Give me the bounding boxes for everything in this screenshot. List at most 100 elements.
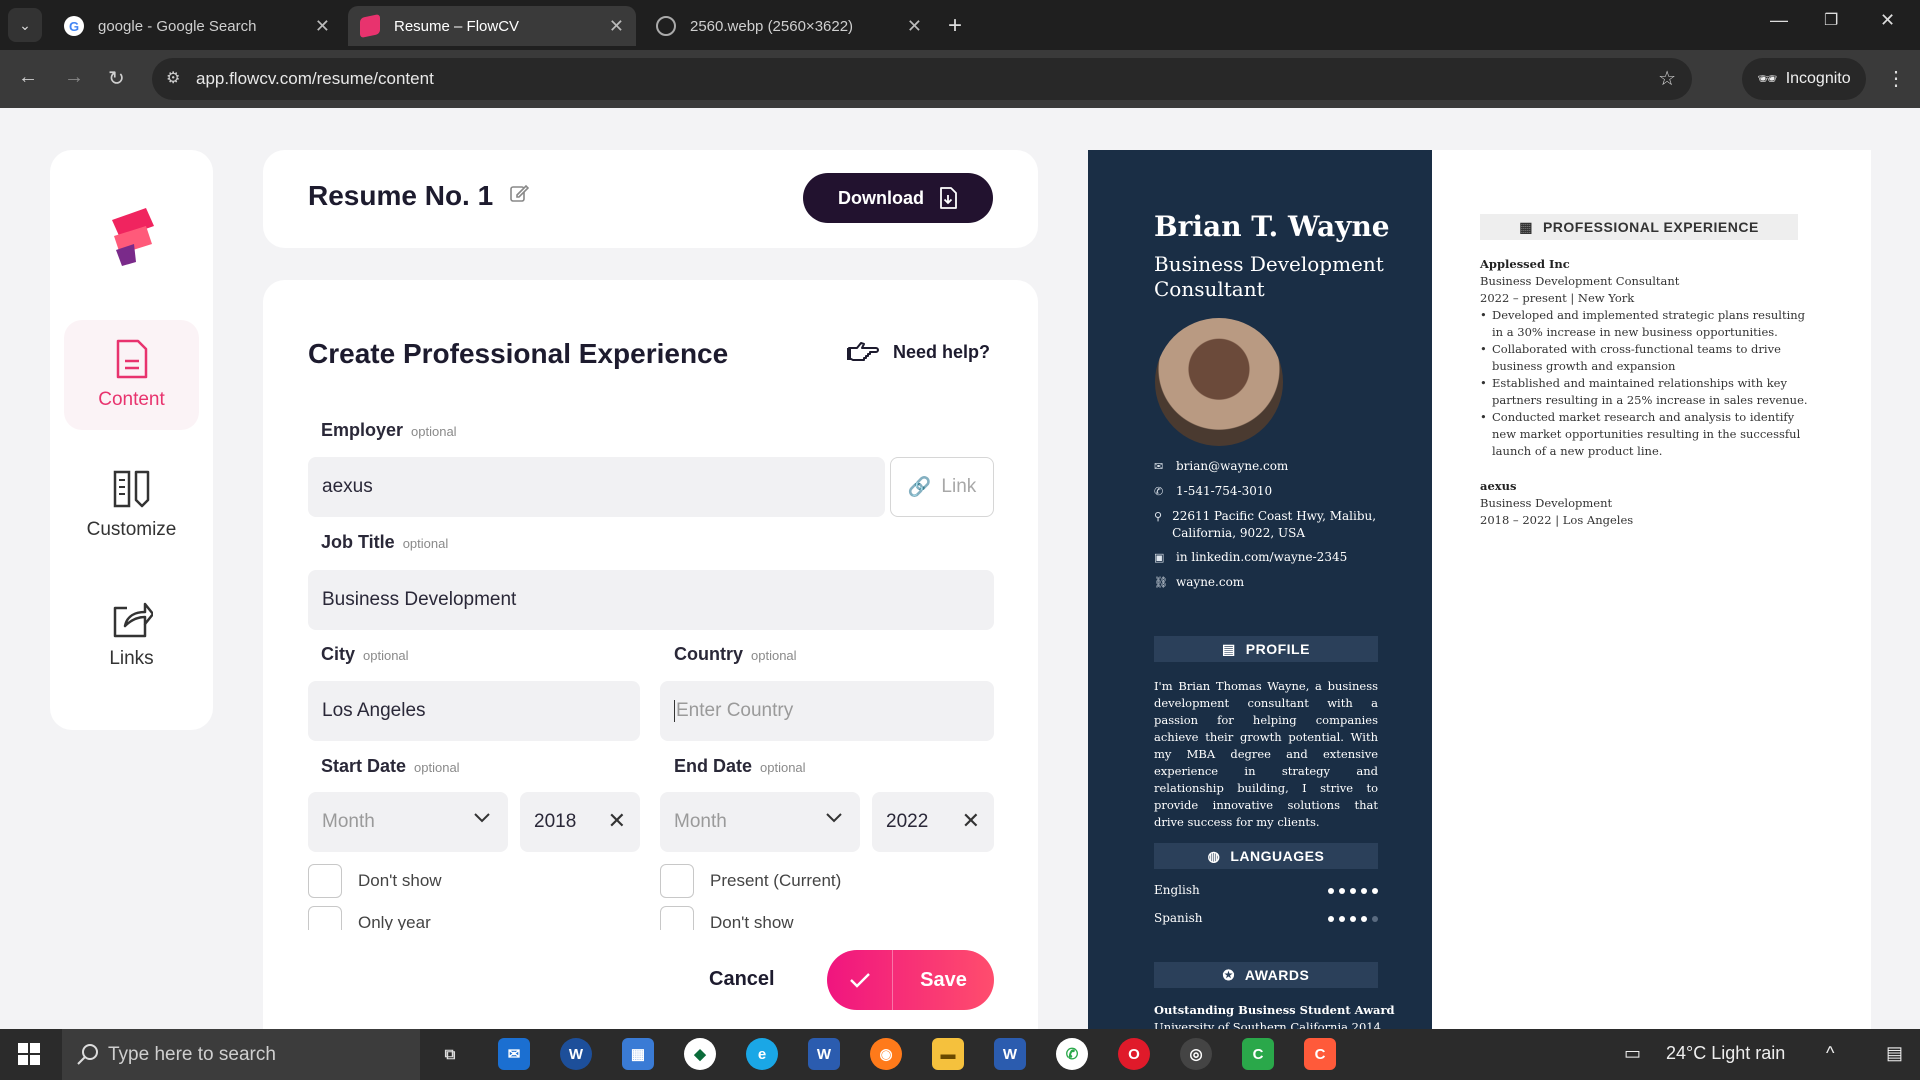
resume-preview[interactable]: Brian T. Wayne Business Development Cons… — [1088, 150, 1871, 1029]
award-icon: ✪ — [1222, 966, 1235, 983]
firefox-icon[interactable]: ◉ — [870, 1038, 902, 1070]
tab-image[interactable]: 2560.webp (2560×3622) ✕ — [644, 6, 934, 46]
clear-end-year-icon[interactable]: ✕ — [962, 808, 980, 834]
store-icon[interactable]: ▦ — [622, 1038, 654, 1070]
whatsapp-icon[interactable]: ✆ — [1056, 1038, 1088, 1070]
close-icon[interactable]: ✕ — [907, 16, 922, 37]
present-checkbox[interactable]: Present (Current) — [660, 864, 841, 898]
language-level-english — [1323, 883, 1378, 897]
bookmark-star-icon[interactable]: ☆ — [1658, 66, 1676, 91]
phone-icon: ✆ — [1154, 485, 1164, 498]
clear-start-year-icon[interactable]: ✕ — [608, 808, 626, 834]
tab-strip: ⌄ G google - Google Search ✕ Resume – Fl… — [0, 0, 1920, 50]
reload-button[interactable]: ↻ — [108, 66, 125, 91]
address-bar: ← → ↻ ⚙ app.flowcv.com/resume/content ☆ … — [0, 50, 1920, 108]
start-month-select[interactable]: Month — [308, 792, 508, 852]
notification-icon[interactable]: ▤ — [1886, 1043, 1903, 1064]
check-icon — [827, 950, 893, 1010]
document-icon — [116, 339, 147, 379]
task-view-icon[interactable]: ⧉ — [434, 1038, 466, 1070]
contact-email: ✉ brian@wayne.com — [1154, 459, 1289, 473]
app-area: Content Customize Links Resume No. 1 Dow… — [0, 108, 1920, 1029]
sidebar-item-links[interactable]: Links — [64, 580, 199, 690]
sidebar: Content Customize Links — [50, 150, 213, 730]
tab-google[interactable]: G google - Google Search ✕ — [52, 6, 342, 46]
close-window-button[interactable]: ✕ — [1880, 10, 1895, 31]
country-input[interactable]: Enter Country — [660, 681, 994, 741]
opera-icon[interactable]: O — [1118, 1038, 1150, 1070]
word-icon[interactable]: W — [994, 1038, 1026, 1070]
close-icon[interactable]: ✕ — [609, 16, 624, 37]
weather-text[interactable]: 24°C Light rain — [1666, 1043, 1785, 1064]
sidebar-item-label: Links — [109, 648, 154, 669]
employer-input[interactable]: aexus — [308, 457, 885, 517]
chrome-icon[interactable]: ◎ — [1180, 1038, 1212, 1070]
sidebar-item-customize[interactable]: Customize — [64, 450, 199, 560]
incognito-icon: 🕶 — [1757, 71, 1778, 88]
cancel-button[interactable]: Cancel — [709, 968, 775, 991]
google-icon: G — [64, 16, 84, 36]
tab-search-button[interactable]: ⌄ — [8, 8, 42, 42]
end-month-select[interactable]: Month — [660, 792, 860, 852]
download-button[interactable]: Download — [803, 173, 993, 223]
restore-button[interactable]: ❐ — [1824, 10, 1838, 30]
app-icon[interactable]: ◆ — [684, 1038, 716, 1070]
folder-icon[interactable]: ▬ — [932, 1038, 964, 1070]
chevron-down-icon — [474, 813, 490, 823]
chevron-down-icon: ⌄ — [19, 16, 31, 33]
globe-icon: ◍ — [1207, 847, 1221, 864]
link-icon: ⛓ — [1154, 576, 1168, 589]
briefcase-icon: ▦ — [1519, 218, 1533, 235]
language-row: Spanish — [1154, 911, 1378, 925]
resume-title: Resume No. 1 — [308, 180, 494, 211]
job-entry: aexus Business Development 2018 – 2022 |… — [1480, 479, 1634, 527]
url-text[interactable]: app.flowcv.com/resume/content — [196, 69, 434, 89]
flowcv-logo — [112, 208, 154, 266]
profile-text: I'm Brian Thomas Wayne, a business devel… — [1154, 679, 1378, 829]
end-year-input[interactable]: 2022 ✕ — [872, 792, 994, 852]
close-icon[interactable]: ✕ — [315, 16, 330, 37]
profile-section-header: ▤ PROFILE — [1154, 636, 1378, 662]
awards-section-header: ✪ AWARDS — [1154, 962, 1378, 988]
forward-button[interactable]: → — [64, 66, 84, 89]
word-icon[interactable]: W — [808, 1038, 840, 1070]
camtasia-recorder-icon[interactable]: C — [1304, 1038, 1336, 1070]
form-footer: Cancel Save — [263, 930, 1038, 1029]
start-year-input[interactable]: 2018 ✕ — [520, 792, 640, 852]
save-button[interactable]: Save — [827, 950, 994, 1010]
email-icon: ✉ — [1154, 460, 1164, 473]
tab-title: Resume – FlowCV — [394, 17, 520, 35]
start-dont-show-checkbox[interactable]: Don't show — [308, 864, 442, 898]
resume-sidebar: Brian T. Wayne Business Development Cons… — [1088, 150, 1432, 1029]
taskbar: Type here to search ⧉ ✉ W ▦ ◆ e W ◉ ▬ W … — [0, 1029, 1920, 1080]
camtasia-icon[interactable]: C — [1242, 1038, 1274, 1070]
language-row: English — [1154, 883, 1378, 897]
incognito-indicator[interactable]: 🕶 Incognito — [1742, 58, 1866, 100]
country-label: Country optional — [674, 644, 797, 664]
taskbar-search[interactable]: Type here to search — [62, 1029, 420, 1080]
job-title-input[interactable]: Business Development — [308, 570, 994, 630]
chevron-up-icon[interactable]: ^ — [1826, 1043, 1834, 1064]
location-icon: ⚲ — [1154, 510, 1163, 523]
site-settings-icon[interactable]: ⚙ — [166, 68, 180, 88]
pointing-hand-icon — [847, 342, 879, 361]
tab-flowcv[interactable]: Resume – FlowCV ✕ — [348, 6, 636, 46]
word-icon[interactable]: W — [560, 1038, 592, 1070]
mail-icon[interactable]: ✉ — [498, 1038, 530, 1070]
sidebar-item-content[interactable]: Content — [64, 320, 199, 430]
city-input[interactable]: Los Angeles — [308, 681, 640, 741]
need-help-link[interactable]: Need help? — [847, 340, 990, 364]
windows-start-icon[interactable] — [18, 1043, 40, 1065]
new-tab-button[interactable]: + — [948, 12, 962, 40]
award-entry: Outstanding Business Student Award Unive… — [1154, 1003, 1395, 1029]
minimize-button[interactable]: — — [1770, 10, 1788, 31]
edge-icon[interactable]: e — [746, 1038, 778, 1070]
browser-menu-button[interactable]: ⋮ — [1886, 66, 1906, 91]
edit-icon[interactable] — [509, 183, 529, 203]
omnibox[interactable]: ⚙ app.flowcv.com/resume/content ☆ — [152, 58, 1692, 100]
sidebar-item-label: Customize — [86, 519, 177, 540]
back-button[interactable]: ← — [18, 66, 38, 89]
weather-icon[interactable]: ▭ — [1624, 1043, 1641, 1064]
resume-title-card: Resume No. 1 Download — [263, 150, 1038, 248]
employer-link-button[interactable]: 🔗 Link — [890, 457, 994, 517]
